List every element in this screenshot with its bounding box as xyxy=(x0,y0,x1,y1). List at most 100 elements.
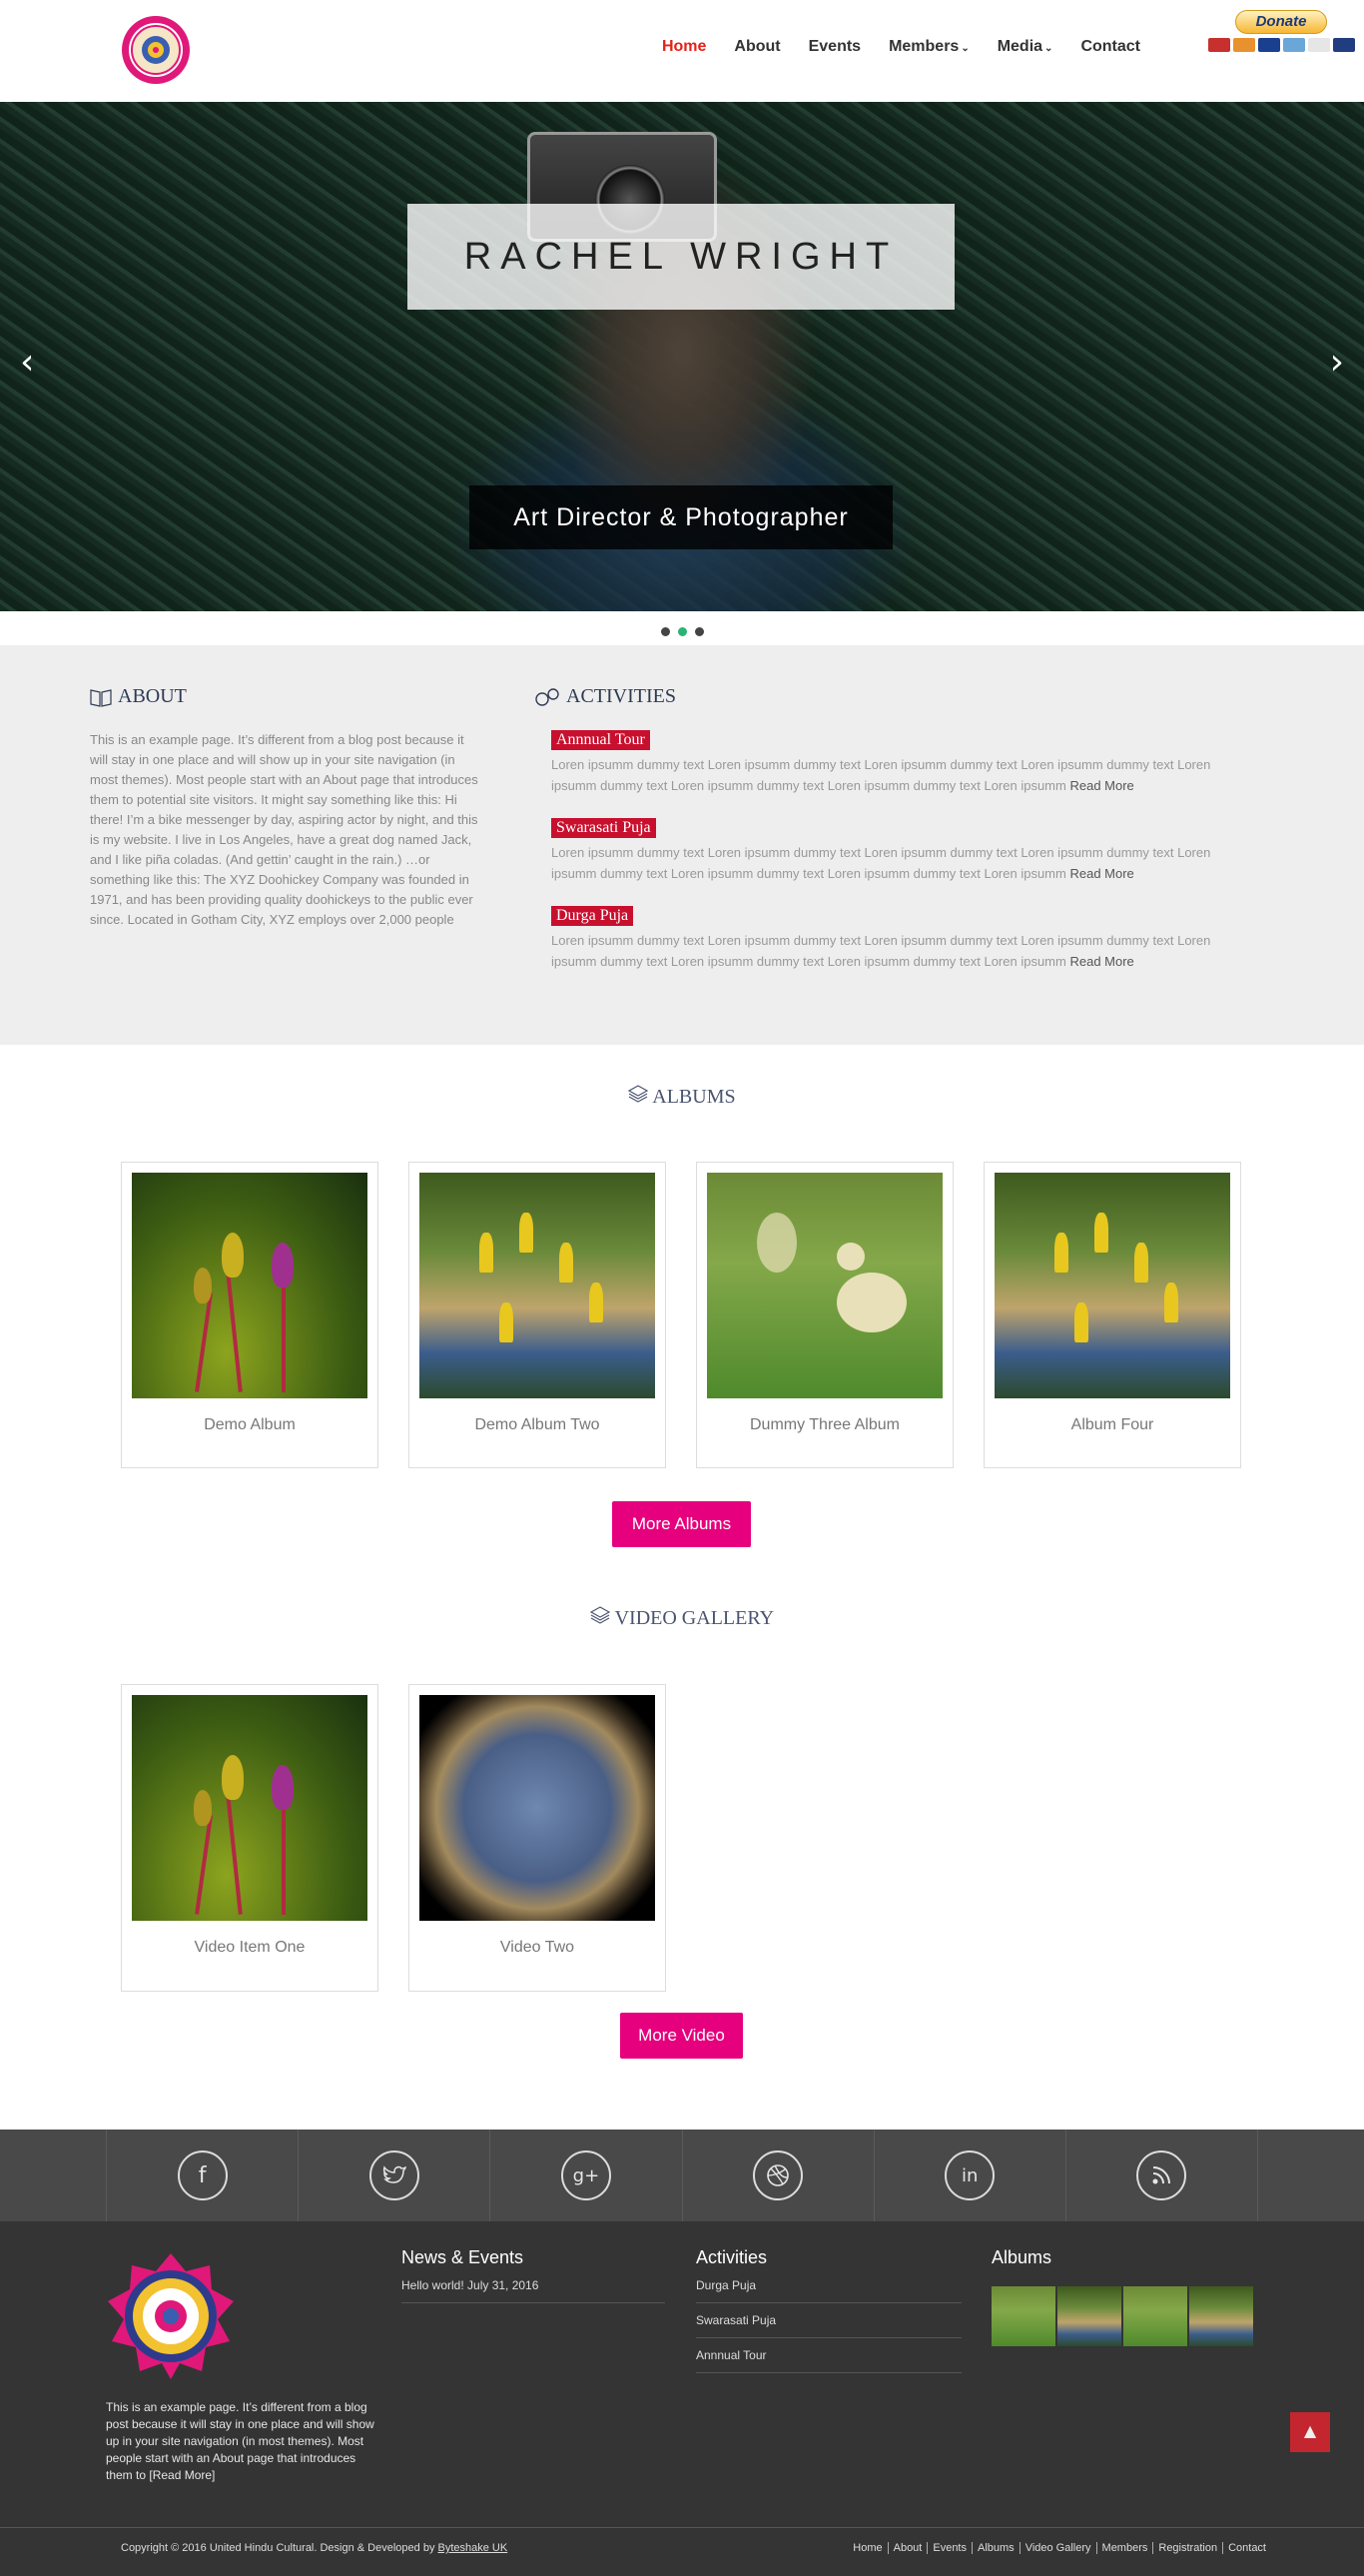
facebook-icon[interactable]: f xyxy=(177,2150,228,2200)
about-block: ABOUT This is an example page. It’s diff… xyxy=(90,685,481,930)
video-title[interactable]: Video Two xyxy=(419,1939,655,1957)
activity-title[interactable]: Swarasati Puja xyxy=(551,818,656,838)
activities-heading-text: ACTIVITIES xyxy=(566,685,676,707)
activities-block: ACTIVITIES Annnual Tour Loren ipsumm dum… xyxy=(534,685,1233,972)
read-more-link[interactable]: Read More xyxy=(1069,954,1133,969)
footer-activity-link[interactable]: Annnual Tour xyxy=(696,2338,962,2373)
footer-nav-albums[interactable]: Albums xyxy=(972,2542,1020,2554)
nav-members-label: Members xyxy=(889,38,960,55)
stem xyxy=(195,1292,213,1392)
footer-bottom: Copyright © 2016 United Hindu Cultural. … xyxy=(0,2527,1364,2576)
video-card[interactable]: Video Two xyxy=(408,1684,666,1992)
flower xyxy=(519,1213,533,1253)
albums-heading: ALBUMS xyxy=(0,1085,1364,1109)
album-card[interactable]: Album Four xyxy=(984,1162,1241,1468)
albums-grid: Demo Album Demo Album Two Dummy Three Al… xyxy=(121,1162,1241,1468)
footer-nav-video-gallery[interactable]: Video Gallery xyxy=(1019,2542,1096,2554)
video-thumbnail[interactable] xyxy=(419,1695,655,1921)
footer-nav-registration[interactable]: Registration xyxy=(1152,2542,1222,2554)
footer-logo[interactable] xyxy=(106,2251,236,2381)
album-title[interactable]: Demo Album Two xyxy=(419,1416,655,1434)
slider-prev-icon[interactable]: ‹ xyxy=(20,342,34,383)
bud xyxy=(194,1268,212,1303)
nav-media[interactable]: Media ⌄ xyxy=(984,38,1067,56)
more-video-button[interactable]: More Video xyxy=(620,2013,743,2059)
slider-next-icon[interactable]: › xyxy=(1330,342,1344,383)
about-heading: ABOUT xyxy=(90,685,481,708)
site-logo[interactable] xyxy=(120,14,192,86)
activity-title[interactable]: Annnual Tour xyxy=(551,730,650,750)
activity-title[interactable]: Durga Puja xyxy=(551,906,634,926)
dribbble-icon[interactable] xyxy=(753,2150,804,2200)
discover-icon xyxy=(1307,38,1330,52)
read-more-link[interactable]: Read More xyxy=(1069,866,1133,881)
slider-dot-active[interactable] xyxy=(677,627,687,636)
album-thumbnail[interactable] xyxy=(707,1173,943,1398)
layers-icon xyxy=(589,1606,611,1624)
flower xyxy=(559,1243,573,1283)
stem xyxy=(282,1795,286,1915)
duck xyxy=(757,1213,797,1273)
album-title[interactable]: Dummy Three Album xyxy=(707,1416,943,1434)
album-card[interactable]: Demo Album Two xyxy=(408,1162,666,1468)
hero-title: RACHEL WRIGHT xyxy=(463,235,899,278)
footer-album-thumb[interactable] xyxy=(1189,2286,1253,2346)
social-item xyxy=(1066,2130,1259,2221)
nav-about[interactable]: About xyxy=(720,38,794,56)
google-plus-icon[interactable]: g+ xyxy=(560,2150,611,2200)
linkedin-icon[interactable]: in xyxy=(945,2150,996,2200)
album-title[interactable]: Album Four xyxy=(995,1416,1230,1434)
footer-album-thumb[interactable] xyxy=(1057,2286,1121,2346)
stem xyxy=(225,1785,243,1915)
album-title[interactable]: Demo Album xyxy=(132,1416,367,1434)
social-bar: f g+ in xyxy=(0,2130,1364,2221)
footer-album-thumb[interactable] xyxy=(992,2286,1055,2346)
footer-album-thumbs xyxy=(992,2286,1255,2346)
slider-dot[interactable] xyxy=(660,627,670,636)
footer-album-thumb[interactable] xyxy=(1123,2286,1187,2346)
footer-activity-link[interactable]: Durga Puja xyxy=(696,2268,962,2303)
stem xyxy=(225,1263,243,1392)
nav-members[interactable]: Members ⌄ xyxy=(875,38,984,56)
activity-item: Durga Puja Loren ipsumm dummy text Loren… xyxy=(551,906,1233,972)
more-albums-button[interactable]: More Albums xyxy=(612,1501,751,1547)
social-item xyxy=(299,2130,491,2221)
amex-icon xyxy=(1282,38,1305,52)
activity-text: Loren ipsumm dummy text Loren ipsumm dum… xyxy=(551,754,1233,796)
about-heading-text: ABOUT xyxy=(118,685,187,707)
back-to-top-icon[interactable]: ▲ xyxy=(1290,2412,1330,2452)
footer-nav-members[interactable]: Members xyxy=(1095,2542,1153,2554)
footer-nav-home[interactable]: Home xyxy=(848,2542,887,2554)
nav-home[interactable]: Home xyxy=(648,38,720,56)
nav-events[interactable]: Events xyxy=(795,38,875,56)
bud xyxy=(222,1233,244,1278)
nav-contact[interactable]: Contact xyxy=(1066,38,1154,56)
slider-dot[interactable] xyxy=(694,627,704,636)
footer-nav-about[interactable]: About xyxy=(887,2542,928,2554)
rss-icon[interactable] xyxy=(1136,2150,1187,2200)
developer-link[interactable]: Byteshake UK xyxy=(438,2542,508,2554)
donate-button[interactable]: Donate xyxy=(1235,10,1327,34)
activity-text: Loren ipsumm dummy text Loren ipsumm dum… xyxy=(551,842,1233,884)
stem xyxy=(282,1273,286,1392)
video-card[interactable]: Video Item One xyxy=(121,1684,378,1992)
album-card[interactable]: Demo Album xyxy=(121,1162,378,1468)
video-title[interactable]: Video Item One xyxy=(132,1939,367,1957)
read-more-link[interactable]: Read More xyxy=(1069,778,1133,793)
album-thumbnail[interactable] xyxy=(995,1173,1230,1398)
footer-nav-events[interactable]: Events xyxy=(927,2542,972,2554)
hero-title-box: RACHEL WRIGHT xyxy=(407,204,955,310)
footer-news-item[interactable]: Hello world! July 31, 2016 xyxy=(401,2268,665,2303)
flower xyxy=(499,1302,513,1342)
albums-heading-text: ALBUMS xyxy=(652,1086,736,1108)
video-thumbnail[interactable] xyxy=(132,1695,367,1921)
footer-nav-contact[interactable]: Contact xyxy=(1222,2542,1271,2554)
footer-activity-link[interactable]: Swarasati Puja xyxy=(696,2303,962,2338)
copyright: Copyright © 2016 United Hindu Cultural. … xyxy=(121,2542,507,2554)
album-thumbnail[interactable] xyxy=(419,1173,655,1398)
twitter-icon[interactable] xyxy=(368,2150,419,2200)
site-header: Home About Events Members ⌄ Media ⌄ Contac… xyxy=(0,0,1364,102)
album-card[interactable]: Dummy Three Album xyxy=(696,1162,954,1468)
main-nav: Home About Events Members ⌄ Media ⌄ Contac… xyxy=(648,38,1154,56)
album-thumbnail[interactable] xyxy=(132,1173,367,1398)
